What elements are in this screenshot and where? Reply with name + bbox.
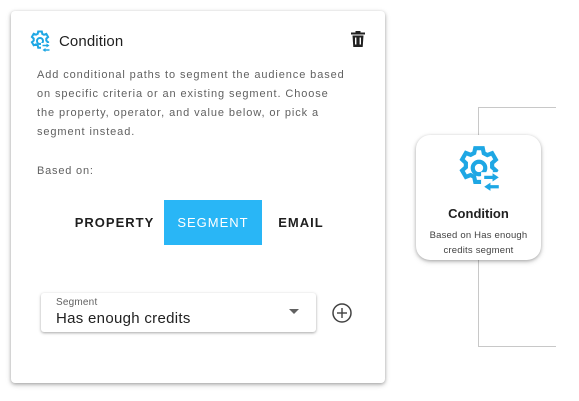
delete-button[interactable] (347, 30, 369, 52)
condition-panel: Condition Add conditional paths to segme… (11, 11, 385, 383)
condition-node[interactable]: Condition Based on Has enough credits se… (416, 135, 541, 260)
panel-description: Add conditional paths to segment the aud… (37, 69, 345, 138)
gear-arrows-icon (28, 29, 52, 53)
segment-select-value: Has enough credits (56, 310, 191, 327)
trash-icon (351, 30, 365, 52)
panel-title: Condition (59, 32, 124, 50)
caret-down-icon (289, 309, 299, 314)
gear-arrows-icon (454, 143, 504, 193)
segment-select-label: Segment (56, 297, 98, 308)
connector-top-horizontal (478, 107, 556, 108)
based-on-label: Based on: (37, 165, 94, 177)
canvas: Condition Add conditional paths to segme… (0, 0, 579, 401)
segment-select[interactable]: Segment Has enough credits (41, 293, 316, 332)
panel-header: Condition (28, 27, 369, 55)
toggle-property[interactable]: Property (65, 200, 164, 245)
connector-bottom-horizontal (478, 346, 556, 347)
toggle-segment[interactable]: Segment (164, 200, 262, 245)
connector-top-vertical (478, 107, 479, 136)
node-title: Condition (448, 206, 509, 221)
plus-circle-icon (331, 303, 353, 328)
based-on-toggle-group: Property Segment Email (65, 200, 340, 245)
add-condition-button[interactable] (331, 302, 353, 324)
connector-bottom-vertical (478, 259, 479, 347)
node-subtitle: Based on Has enough credits segment (429, 230, 528, 256)
toggle-email[interactable]: Email (262, 200, 340, 245)
